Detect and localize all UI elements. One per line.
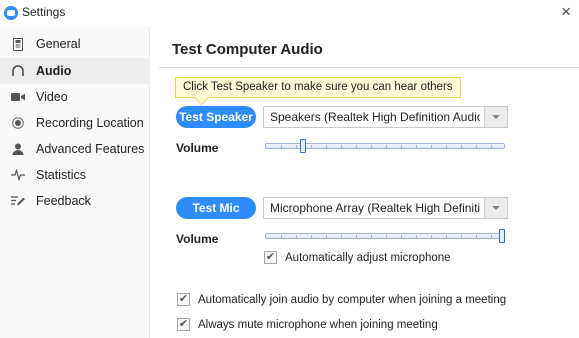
sidebar-item-recording-location[interactable]: Recording Location: [0, 110, 150, 136]
microphone-select[interactable]: Microphone Array (Realtek High Definitio…: [263, 197, 508, 219]
slider-tick: [341, 235, 342, 239]
slider-thumb[interactable]: [499, 229, 505, 243]
checkbox-label: Always mute microphone when joining meet…: [198, 318, 438, 331]
sidebar-item-label: Video: [36, 90, 68, 104]
sidebar-item-label: Feedback: [36, 194, 91, 208]
slider-tick: [371, 145, 372, 149]
sidebar-item-audio[interactable]: Audio: [0, 58, 150, 84]
slider-tick: [416, 145, 417, 149]
zoom-logo-icon: [4, 6, 18, 20]
slider-tick: [461, 235, 462, 239]
test-mic-button[interactable]: Test Mic: [176, 197, 256, 219]
window-title: Settings: [22, 5, 66, 19]
slider-tick: [386, 235, 387, 239]
page-title: Test Computer Audio: [172, 41, 323, 58]
slider-tick: [371, 235, 372, 239]
slider-tick: [296, 235, 297, 239]
audio-settings-panel: Test Computer Audio Click Test Speaker t…: [151, 27, 579, 338]
slider-tick: [491, 145, 492, 149]
mic-volume-slider[interactable]: [265, 229, 505, 243]
slider-thumb[interactable]: [300, 139, 307, 153]
slider-tick: [341, 145, 342, 149]
divider: [159, 67, 579, 68]
feedback-icon: [10, 193, 26, 209]
title-bar: Settings ×: [0, 0, 579, 27]
sidebar-item-label: Recording Location: [36, 116, 144, 130]
sidebar-item-feedback[interactable]: Feedback: [0, 188, 150, 214]
slider-tick: [461, 145, 462, 149]
chevron-down-icon[interactable]: [484, 198, 507, 218]
slider-tick: [296, 145, 297, 149]
slider-tick: [401, 235, 402, 239]
pulse-icon: [10, 167, 26, 183]
sidebar-item-advanced-features[interactable]: Advanced Features: [0, 136, 150, 162]
slider-tick: [491, 235, 492, 239]
slider-tick: [356, 145, 357, 149]
record-icon: [10, 115, 26, 131]
sidebar-item-label: General: [36, 37, 81, 51]
sidebar-item-label: Audio: [36, 64, 72, 78]
slider-tick: [311, 235, 312, 239]
auto-adjust-mic-checkbox[interactable]: ✔ Automatically adjust microphone: [264, 251, 451, 264]
speaker-volume-label: Volume: [176, 141, 219, 155]
slider-tick: [446, 145, 447, 149]
test-speaker-tooltip: Click Test Speaker to make sure you can …: [175, 77, 461, 98]
slider-tick: [281, 145, 282, 149]
user-icon: [10, 141, 26, 157]
checkbox-label: Automatically join audio by computer whe…: [198, 293, 507, 306]
slider-tick: [476, 145, 477, 149]
slider-tick: [476, 235, 477, 239]
auto-join-audio-checkbox[interactable]: ✔ Automatically join audio by computer w…: [177, 293, 506, 306]
microphone-select-value: Microphone Array (Realtek High Definitio…: [270, 201, 480, 215]
speaker-select-value: Speakers (Realtek High Definition Audio(…: [270, 110, 480, 124]
general-icon: [10, 36, 26, 52]
checkmark-icon[interactable]: ✔: [177, 293, 190, 306]
slider-tick: [326, 235, 327, 239]
slider-tick: [431, 145, 432, 149]
slider-tick: [401, 145, 402, 149]
slider-tick: [416, 235, 417, 239]
checkbox-label: Automatically adjust microphone: [285, 251, 451, 264]
sidebar-item-video[interactable]: Video: [0, 84, 150, 110]
slider-tick: [281, 235, 282, 239]
checkmark-icon[interactable]: ✔: [177, 318, 190, 331]
slider-tick: [326, 145, 327, 149]
sidebar-item-label: Statistics: [36, 168, 87, 182]
slider-tick: [386, 145, 387, 149]
slider-tick: [431, 235, 432, 239]
settings-sidebar: General Audio Video Recording Location A…: [0, 27, 150, 338]
video-camera-icon: [10, 89, 26, 105]
sidebar-item-label: Advanced Features: [36, 142, 145, 156]
close-button[interactable]: ×: [561, 2, 571, 22]
mic-volume-label: Volume: [176, 232, 219, 246]
slider-tick: [356, 235, 357, 239]
slider-tick: [446, 235, 447, 239]
checkmark-icon[interactable]: ✔: [264, 251, 277, 264]
slider-track: [265, 233, 505, 239]
headphones-icon: [10, 63, 26, 79]
sidebar-item-statistics[interactable]: Statistics: [0, 162, 150, 188]
speaker-select[interactable]: Speakers (Realtek High Definition Audio(…: [263, 106, 508, 128]
test-speaker-button[interactable]: Test Speaker: [176, 106, 256, 128]
sidebar-item-general[interactable]: General: [0, 31, 150, 57]
slider-tick: [311, 145, 312, 149]
always-mute-mic-checkbox[interactable]: ✔ Always mute microphone when joining me…: [177, 318, 438, 331]
chevron-down-icon[interactable]: [484, 107, 507, 127]
speaker-volume-slider[interactable]: [265, 139, 505, 153]
